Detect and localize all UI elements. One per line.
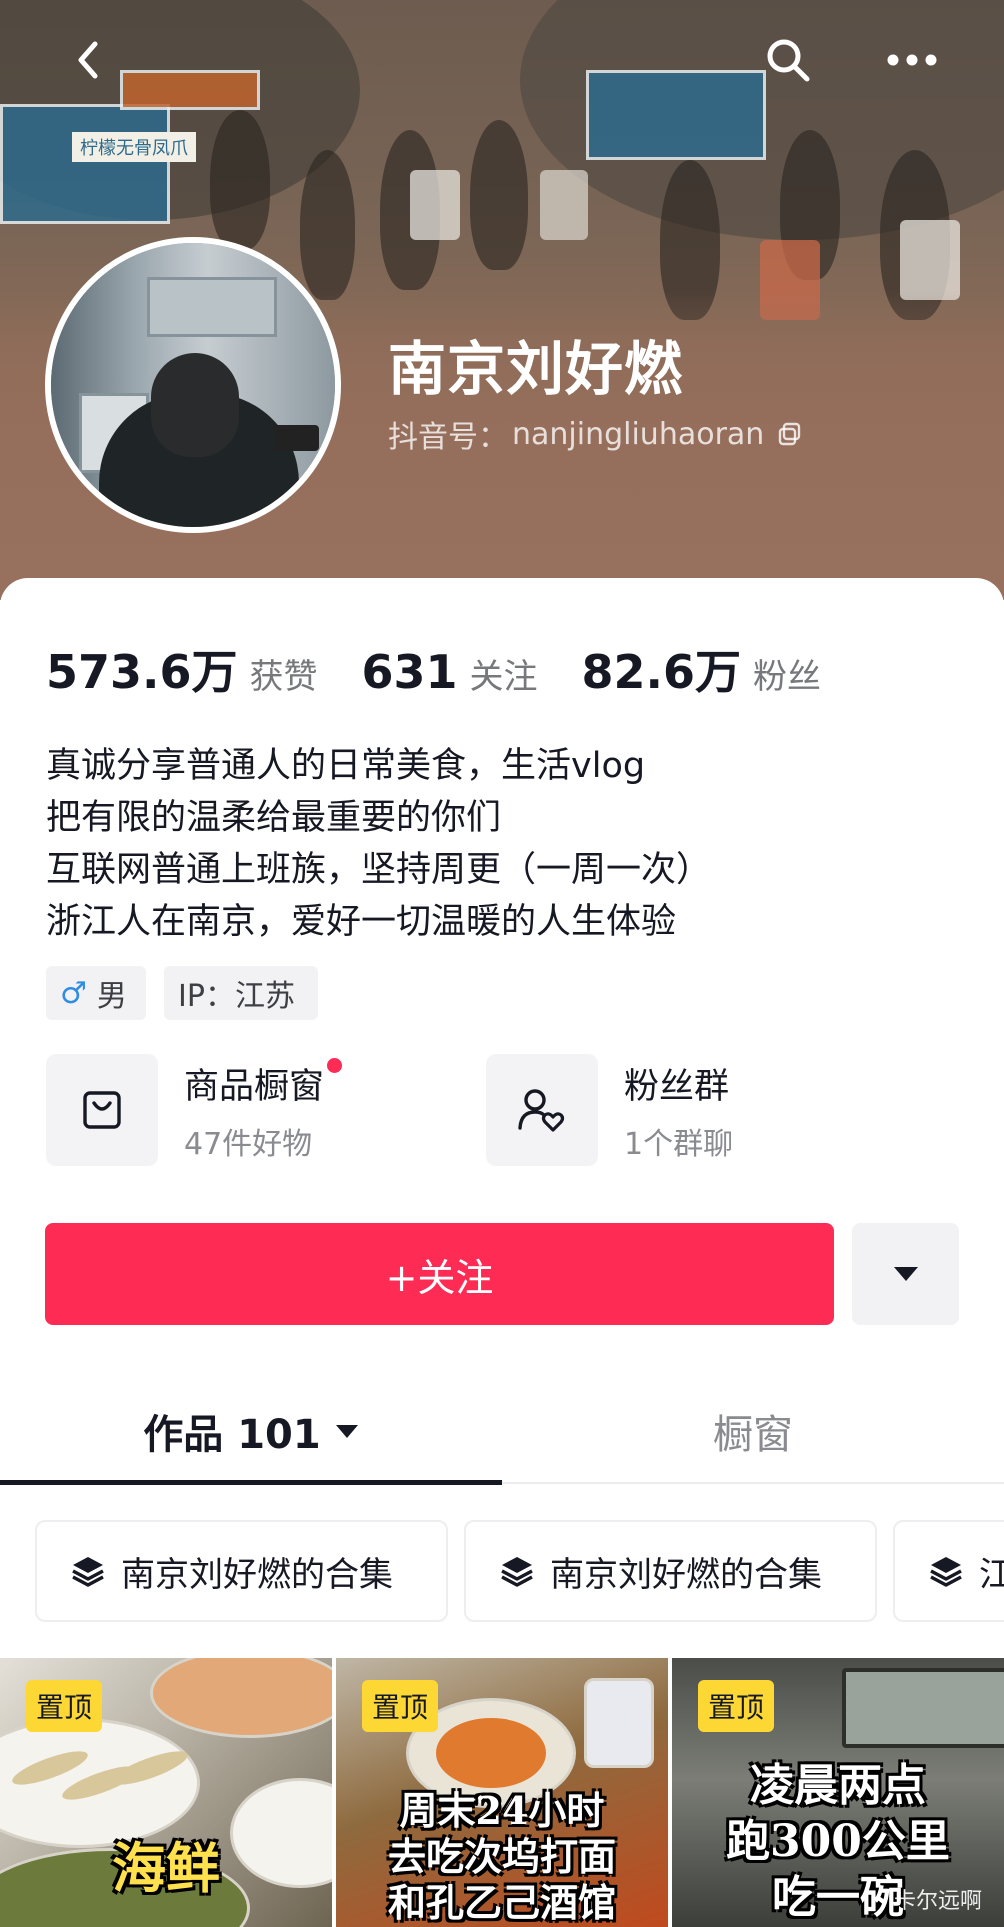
ip-tag: IP：江苏 xyxy=(164,966,318,1020)
back-icon xyxy=(78,41,98,79)
caption-line: 和孔乙己酒馆 xyxy=(387,1880,616,1925)
avatar-detail xyxy=(273,425,319,451)
pinned-badge: 置顶 xyxy=(362,1680,439,1732)
collection-icon xyxy=(501,1557,533,1587)
notification-dot xyxy=(327,1057,343,1073)
stat-label: 粉丝 xyxy=(753,657,822,697)
market-stall xyxy=(586,70,766,160)
search-button[interactable] xyxy=(758,30,818,90)
collection-chip[interactable]: 南京刘好燃的合集 xyxy=(35,1520,448,1622)
collection-chip[interactable]: 江 xyxy=(893,1520,1004,1622)
thumbnail-art xyxy=(150,1658,332,1738)
back-button[interactable] xyxy=(58,30,118,90)
thumbnail-caption: 海鲜 xyxy=(112,1836,220,1900)
avatar-detail xyxy=(147,277,277,337)
crowd-figure xyxy=(900,220,960,300)
collection-icon xyxy=(72,1557,104,1587)
follow-button[interactable]: +关注 xyxy=(45,1223,834,1325)
shop-subtitle: 47件好物 xyxy=(184,1126,313,1162)
dropdown-icon xyxy=(893,1267,918,1281)
stat-following[interactable]: 631 关注 xyxy=(362,645,538,699)
ip-label: IP：江苏 xyxy=(178,979,295,1014)
thumbnail-art xyxy=(842,1668,1004,1748)
search-icon xyxy=(767,39,810,82)
collection-label: 南京刘好燃的合集 xyxy=(121,1554,393,1595)
watermark: 卡尔远啊 xyxy=(893,1889,982,1914)
follow-options-button[interactable] xyxy=(852,1223,959,1325)
stall-sign: 柠檬无骨凤爪 xyxy=(72,132,196,162)
shop-icon-box xyxy=(46,1054,158,1166)
stat-label: 获赞 xyxy=(249,657,318,697)
caption-line: 跑300公里 xyxy=(726,1816,950,1867)
pinned-badge: 置顶 xyxy=(26,1680,103,1732)
stat-value: 573.6万 xyxy=(46,645,238,699)
pinned-badge: 置顶 xyxy=(698,1680,775,1732)
stat-label: 关注 xyxy=(469,657,538,697)
tab-works[interactable]: 作品 101 xyxy=(0,1378,502,1484)
avatar-detail xyxy=(151,353,239,457)
douyin-id-value: nanjingliuhaoran xyxy=(512,416,765,452)
stat-likes[interactable]: 573.6万 获赞 xyxy=(46,636,318,702)
avatar[interactable] xyxy=(45,237,341,533)
profile-card: 573.6万 获赞 631 关注 82.6万 粉丝 真诚分享普通人的日常美食，生… xyxy=(0,578,1004,1927)
collection-label: 江 xyxy=(979,1547,1004,1596)
video-thumbnail[interactable]: 置顶 周末24小时 去吃次坞打面 和孔乙己酒馆 xyxy=(336,1658,668,1927)
thumbnail-art xyxy=(584,1678,654,1768)
tab-shop-window[interactable]: 橱窗 xyxy=(502,1378,1004,1484)
display-name: 南京刘好燃 xyxy=(388,335,684,403)
gender-label: 男 xyxy=(96,979,127,1014)
crowd-figure xyxy=(540,170,588,240)
caption-line: 周末24小时 xyxy=(399,1788,605,1833)
thumbnail-caption: 周末24小时 去吃次坞打面 和孔乙己酒馆 xyxy=(336,1788,668,1926)
caption-line: 凌晨两点 xyxy=(750,1760,926,1811)
tab-shop-window-label: 橱窗 xyxy=(713,1412,793,1458)
bio-line: 互联网普通上班族，坚持周更（一周一次） xyxy=(46,850,712,890)
crowd-figure xyxy=(470,120,528,270)
bio: 真诚分享普通人的日常美食，生活vlog 把有限的温柔给最重要的你们 互联网普通上… xyxy=(46,740,711,948)
fans-text: 粉丝群 1个群聊 xyxy=(624,1058,733,1163)
douyin-id-label: 抖音号： xyxy=(388,420,508,455)
caret-icon xyxy=(335,1425,358,1438)
tab-works-label: 作品 101 xyxy=(143,1412,321,1458)
collection-icon xyxy=(930,1557,962,1587)
stat-followers[interactable]: 82.6万 粉丝 xyxy=(582,636,822,702)
profile-header-background: 柠檬无骨凤爪 南京刘好燃 抖音号： nanjingliuhaoran xyxy=(0,0,1004,600)
caption-line: 去吃次坞打面 xyxy=(387,1834,616,1879)
fans-icon-box xyxy=(486,1054,598,1166)
thumbnail-art xyxy=(436,1718,546,1788)
shop-text: 商品橱窗 47件好物 xyxy=(184,1057,343,1163)
market-stall xyxy=(0,104,170,224)
crowd-figure xyxy=(210,110,270,250)
shop-title-text: 商品橱窗 xyxy=(184,1066,325,1107)
gender-tag: ♂ 男 xyxy=(46,966,146,1020)
collection-chip[interactable]: 南京刘好燃的合集 xyxy=(464,1520,877,1622)
fans-subtitle: 1个群聊 xyxy=(624,1126,734,1162)
shop-title: 商品橱窗 xyxy=(184,1057,343,1109)
active-tab-indicator xyxy=(0,1480,502,1485)
video-thumbnail[interactable]: 置顶 凌晨两点 跑300公里 吃一碗 卡尔远啊 xyxy=(672,1658,1004,1927)
stat-value: 82.6万 xyxy=(581,645,742,699)
collection-label: 南京刘好燃的合集 xyxy=(550,1554,822,1595)
douyin-id[interactable]: 抖音号： nanjingliuhaoran xyxy=(388,412,802,456)
bio-line: 真诚分享普通人的日常美食，生活vlog xyxy=(46,746,646,786)
more-button[interactable] xyxy=(882,30,942,90)
shop-window-entry[interactable]: 商品橱窗 47件好物 xyxy=(46,1052,343,1168)
fans-group-icon xyxy=(518,1089,565,1132)
fans-group-entry[interactable]: 粉丝群 1个群聊 xyxy=(486,1052,733,1168)
bag-icon xyxy=(83,1091,121,1129)
bio-line: 把有限的温柔给最重要的你们 xyxy=(46,798,502,838)
stat-value: 631 xyxy=(361,645,458,699)
bio-line: 浙江人在南京，爱好一切温暖的人生体验 xyxy=(46,902,677,942)
content-tabs: 作品 101 橱窗 xyxy=(0,1378,1004,1485)
fans-title: 粉丝群 xyxy=(624,1066,730,1107)
more-icon xyxy=(887,54,937,66)
market-stall xyxy=(120,70,260,110)
crowd-figure xyxy=(410,170,460,240)
video-thumbnail[interactable]: 置顶 海鲜 xyxy=(0,1658,332,1927)
copy-icon[interactable] xyxy=(778,422,802,446)
stats-row: 573.6万 获赞 631 关注 82.6万 粉丝 xyxy=(46,636,821,702)
male-icon: ♂ xyxy=(60,975,87,1011)
